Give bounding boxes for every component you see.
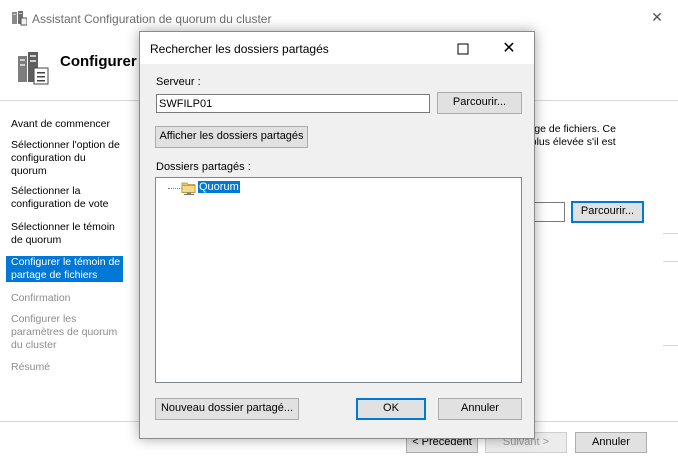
maximize-icon[interactable]: [452, 38, 474, 60]
nav-item-configure-quorum-settings: Configurer les paramètres de quorum du c…: [11, 313, 118, 351]
wizard-nav: Avant de commencer Sélectionner l'option…: [0, 101, 130, 421]
wizard-share-path-input[interactable]: [534, 202, 565, 222]
shared-folders-label: Dossiers partagés :: [156, 161, 251, 173]
new-shared-folder-button[interactable]: Nouveau dossier partagé...: [155, 398, 299, 420]
tree-item-quorum[interactable]: Quorum: [198, 181, 240, 193]
shared-folders-tree[interactable]: Quorum: [155, 177, 522, 383]
dialog-cancel-button[interactable]: Annuler: [438, 398, 522, 420]
nav-item-file-share-witness[interactable]: Configurer le témoin de partage de fichi…: [6, 256, 123, 282]
server-input[interactable]: [156, 94, 430, 113]
wizard-cancel-button[interactable]: Annuler: [575, 432, 647, 453]
wizard-description-line: rtage de fichiers. Ce: [522, 123, 616, 135]
divider: [663, 261, 678, 262]
nav-item-quorum-option[interactable]: Sélectionner l'option de configuration d…: [11, 139, 123, 178]
wizard-browse-button[interactable]: Parcourir...: [571, 201, 644, 223]
browse-button[interactable]: Parcourir...: [437, 92, 522, 114]
dialog-titlebar: Rechercher les dossiers partagés ✕: [140, 32, 534, 64]
nav-item-before-start[interactable]: Avant de commencer: [11, 118, 123, 131]
shared-folder-icon: [181, 182, 196, 195]
server-label: Serveur :: [156, 76, 201, 88]
nav-item-summary: Résumé: [11, 361, 51, 373]
browse-shared-folders-dialog: Rechercher les dossiers partagés ✕ Serve…: [139, 31, 535, 439]
wizard-description-line: e plus élevée s'il est: [522, 136, 616, 148]
wizard-title: Assistant Configuration de quorum du clu…: [32, 12, 272, 26]
dialog-close-icon[interactable]: ✕: [498, 38, 520, 60]
ok-button[interactable]: OK: [356, 398, 426, 420]
nav-item-quorum-witness[interactable]: Sélectionner le témoin de quorum: [11, 221, 123, 247]
dialog-title: Rechercher les dossiers partagés: [150, 42, 329, 56]
wizard-description: rtage de fichiers. Ce e plus élevée s'il…: [522, 123, 672, 149]
cluster-icon: [12, 11, 27, 26]
divider: [663, 345, 678, 346]
show-shared-folders-button[interactable]: Afficher les dossiers partagés: [155, 126, 308, 148]
tree-connector: [168, 188, 182, 189]
wizard-close-icon[interactable]: ✕: [648, 8, 666, 26]
wizard-heading: Configurer: [60, 53, 137, 70]
nav-item-confirmation: Confirmation: [11, 292, 71, 304]
divider: [663, 233, 678, 234]
nav-item-vote-config[interactable]: Sélectionner la configuration de vote: [11, 185, 123, 211]
cluster-config-icon: [18, 52, 49, 85]
